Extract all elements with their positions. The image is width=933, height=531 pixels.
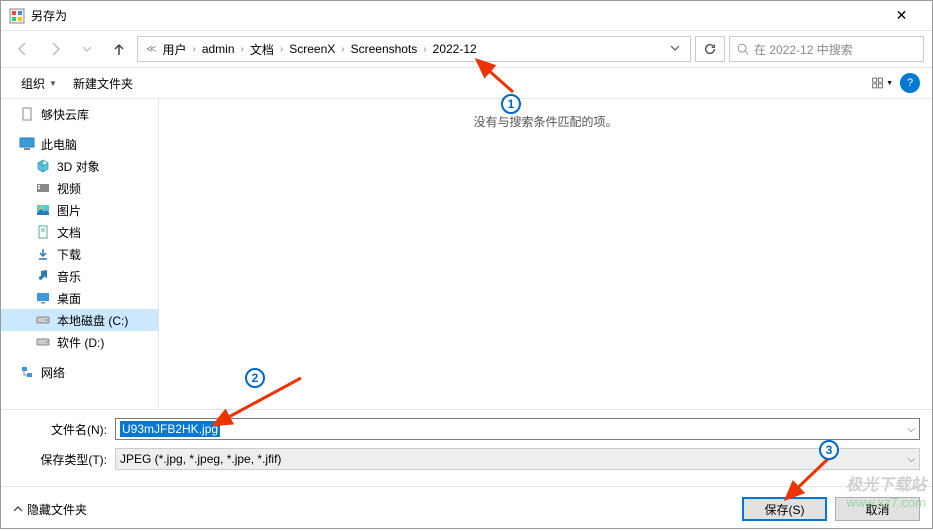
search-icon (736, 42, 750, 56)
chevron-down-icon: ⌵ (907, 454, 915, 465)
document-icon (35, 224, 51, 240)
disk-icon (35, 334, 51, 350)
sidebar-item-label: 视频 (57, 180, 81, 197)
sidebar-item-downloads[interactable]: 下载 (1, 243, 158, 265)
filetype-label: 保存类型(T): (13, 451, 115, 468)
search-input[interactable]: 在 2022-12 中搜索 (729, 36, 924, 62)
chevron-icon: › (237, 44, 248, 55)
cancel-button[interactable]: 取消 (835, 497, 920, 521)
sidebar-item-documents[interactable]: 文档 (1, 221, 158, 243)
chevron-icon: › (188, 44, 199, 55)
save-label: 保存(S) (765, 501, 805, 518)
sidebar-item-3d[interactable]: 3D 对象 (1, 155, 158, 177)
cancel-label: 取消 (865, 501, 889, 518)
breadcrumb-item[interactable]: Screenshots (349, 42, 420, 56)
desktop-icon (35, 290, 51, 306)
view-button[interactable]: ▼ (870, 71, 894, 95)
chevron-down-icon: ▼ (886, 80, 893, 87)
recent-dropdown[interactable] (73, 35, 101, 63)
refresh-button[interactable] (695, 36, 725, 62)
sidebar-item-thispc[interactable]: 此电脑 (1, 133, 158, 155)
filename-input[interactable]: U93mJFB2HK.jpg ⌵ (115, 418, 920, 440)
save-button[interactable]: 保存(S) (742, 497, 827, 521)
filetype-select[interactable]: JPEG (*.jpg, *.jpeg, *.jpe, *.jfif) ⌵ (115, 448, 920, 470)
hide-folders-toggle[interactable]: 隐藏文件夹 (13, 501, 87, 518)
computer-icon (19, 136, 35, 152)
close-button[interactable]: ✕ (879, 1, 924, 31)
chevron-up-icon (13, 504, 23, 514)
sidebar: 够快云库 此电脑 3D 对象 视频 图片 文档 下载 音乐 桌面 本地磁盘 (C… (1, 99, 159, 409)
breadcrumb-item[interactable]: 2022-12 (431, 42, 479, 56)
chevron-down-icon: ▼ (49, 79, 57, 88)
app-icon (9, 8, 25, 24)
newfolder-label: 新建文件夹 (73, 75, 133, 92)
chevron-down-icon[interactable]: ⌵ (907, 424, 915, 435)
video-icon (35, 180, 51, 196)
disk-icon (35, 312, 51, 328)
forward-button[interactable] (41, 35, 69, 63)
sidebar-item-desktop[interactable]: 桌面 (1, 287, 158, 309)
sidebar-item-label: 文档 (57, 224, 81, 241)
chevron-icon: › (276, 44, 287, 55)
file-list-area: 没有与搜索条件匹配的项。 (159, 99, 932, 409)
sidebar-item-label: 音乐 (57, 268, 81, 285)
breadcrumb-item[interactable]: ScreenX (287, 42, 337, 56)
sidebar-item-network[interactable]: 网络 (1, 361, 158, 383)
organize-menu[interactable]: 组织 ▼ (13, 71, 65, 96)
footer: 隐藏文件夹 保存(S) 取消 (1, 486, 932, 531)
organize-label: 组织 (21, 75, 45, 92)
main-area: 够快云库 此电脑 3D 对象 视频 图片 文档 下载 音乐 桌面 本地磁盘 (C… (1, 99, 932, 409)
toolbar: 组织 ▼ 新建文件夹 ▼ ? (1, 67, 932, 99)
empty-message: 没有与搜索条件匹配的项。 (473, 113, 617, 130)
breadcrumb[interactable]: ≪ 用户› admin› 文档› ScreenX› Screenshots› 2… (137, 36, 691, 62)
breadcrumb-label: admin (202, 42, 235, 56)
form-area: 文件名(N): U93mJFB2HK.jpg ⌵ 保存类型(T): JPEG (… (1, 409, 932, 486)
breadcrumb-dropdown[interactable] (664, 42, 686, 56)
picture-icon (35, 202, 51, 218)
search-placeholder: 在 2022-12 中搜索 (754, 41, 853, 58)
breadcrumb-label: 文档 (250, 41, 274, 58)
breadcrumb-item[interactable]: 文档 (248, 41, 276, 58)
cube-icon (35, 158, 51, 174)
download-icon (35, 246, 51, 262)
filename-label: 文件名(N): (13, 421, 115, 438)
sidebar-item-label: 网络 (41, 364, 65, 381)
document-icon (19, 106, 35, 122)
music-icon (35, 268, 51, 284)
title-bar: 另存为 ✕ (1, 1, 932, 31)
breadcrumb-label: Screenshots (351, 42, 418, 56)
sidebar-item-music[interactable]: 音乐 (1, 265, 158, 287)
chevron-icon: › (337, 44, 348, 55)
new-folder-button[interactable]: 新建文件夹 (65, 71, 141, 96)
sidebar-item-label: 下载 (57, 246, 81, 263)
breadcrumb-label: 用户 (162, 41, 186, 58)
chevron-icon: › (419, 44, 430, 55)
sidebar-item-pictures[interactable]: 图片 (1, 199, 158, 221)
network-icon (19, 364, 35, 380)
window-title: 另存为 (31, 7, 879, 24)
sidebar-item-label: 本地磁盘 (C:) (57, 312, 128, 329)
sidebar-item-label: 够快云库 (41, 106, 89, 123)
chevron-icon: ≪ (142, 44, 160, 55)
sidebar-item-label: 3D 对象 (57, 158, 100, 175)
nav-bar: ≪ 用户› admin› 文档› ScreenX› Screenshots› 2… (1, 31, 932, 67)
breadcrumb-label: ScreenX (289, 42, 335, 56)
sidebar-item-quick[interactable]: 够快云库 (1, 103, 158, 125)
sidebar-item-disk-c[interactable]: 本地磁盘 (C:) (1, 309, 158, 331)
filename-value: U93mJFB2HK.jpg (120, 421, 220, 437)
up-button[interactable] (105, 35, 133, 63)
hide-folders-label: 隐藏文件夹 (27, 501, 87, 518)
breadcrumb-item[interactable]: admin (200, 42, 237, 56)
sidebar-item-disk-d[interactable]: 软件 (D:) (1, 331, 158, 353)
back-button[interactable] (9, 35, 37, 63)
sidebar-item-label: 此电脑 (41, 136, 77, 153)
filetype-value: JPEG (*.jpg, *.jpeg, *.jpe, *.jfif) (120, 452, 281, 466)
sidebar-item-videos[interactable]: 视频 (1, 177, 158, 199)
sidebar-item-label: 图片 (57, 202, 81, 219)
sidebar-item-label: 桌面 (57, 290, 81, 307)
breadcrumb-item[interactable]: 用户 (160, 41, 188, 58)
help-button[interactable]: ? (900, 73, 920, 93)
breadcrumb-label: 2022-12 (433, 42, 477, 56)
sidebar-item-label: 软件 (D:) (57, 334, 104, 351)
